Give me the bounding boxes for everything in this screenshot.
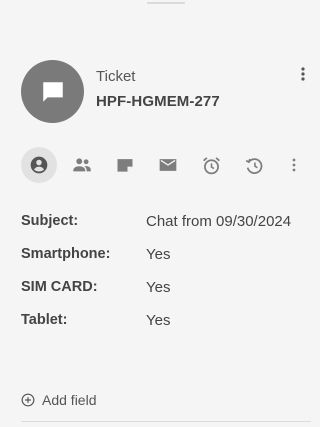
tab-history[interactable] xyxy=(236,147,272,183)
tab-email[interactable] xyxy=(150,147,186,183)
add-field-button[interactable]: Add field xyxy=(21,390,96,410)
ticket-header: Ticket HPF-HGMEM-277 xyxy=(21,60,311,124)
tab-customer[interactable] xyxy=(21,147,57,183)
field-row: Smartphone: Yes xyxy=(21,239,311,272)
ticket-type-label: Ticket xyxy=(96,68,136,85)
add-circle-icon xyxy=(21,393,35,407)
ticket-fields: Subject: Chat from 09/30/2024 Smartphone… xyxy=(21,206,311,338)
ticket-id: HPF-HGMEM-277 xyxy=(96,93,220,110)
field-value[interactable]: Chat from 09/30/2024 xyxy=(146,213,306,230)
field-value[interactable]: Yes xyxy=(146,279,306,296)
add-field-label: Add field xyxy=(42,392,97,408)
field-value[interactable]: Yes xyxy=(146,312,306,329)
tab-notes[interactable] xyxy=(107,147,143,183)
chat-bubble-icon xyxy=(42,81,63,102)
field-value[interactable]: Yes xyxy=(146,246,306,263)
people-icon xyxy=(73,158,91,172)
field-row: Tablet: Yes xyxy=(21,305,311,338)
more-options-button[interactable] xyxy=(295,65,311,83)
ticket-tabs xyxy=(21,147,311,183)
field-row: Subject: Chat from 09/30/2024 xyxy=(21,206,311,239)
tab-more[interactable] xyxy=(276,147,312,183)
more-vert-icon xyxy=(292,158,296,172)
drag-handle[interactable] xyxy=(147,2,185,4)
field-label: Tablet: xyxy=(21,312,68,328)
account-circle-icon xyxy=(30,156,48,174)
mail-icon xyxy=(159,159,177,171)
tab-reminder[interactable] xyxy=(193,147,229,183)
divider xyxy=(21,421,311,422)
field-row: SIM CARD: Yes xyxy=(21,272,311,305)
field-label: Subject: xyxy=(21,213,79,229)
ticket-avatar xyxy=(21,60,84,123)
alarm-icon xyxy=(202,156,220,174)
history-icon xyxy=(245,157,262,174)
more-vert-icon xyxy=(301,67,305,81)
note-icon xyxy=(117,159,133,172)
field-label: SIM CARD: xyxy=(21,279,98,295)
field-label: Smartphone: xyxy=(21,246,111,262)
tab-people[interactable] xyxy=(64,147,100,183)
